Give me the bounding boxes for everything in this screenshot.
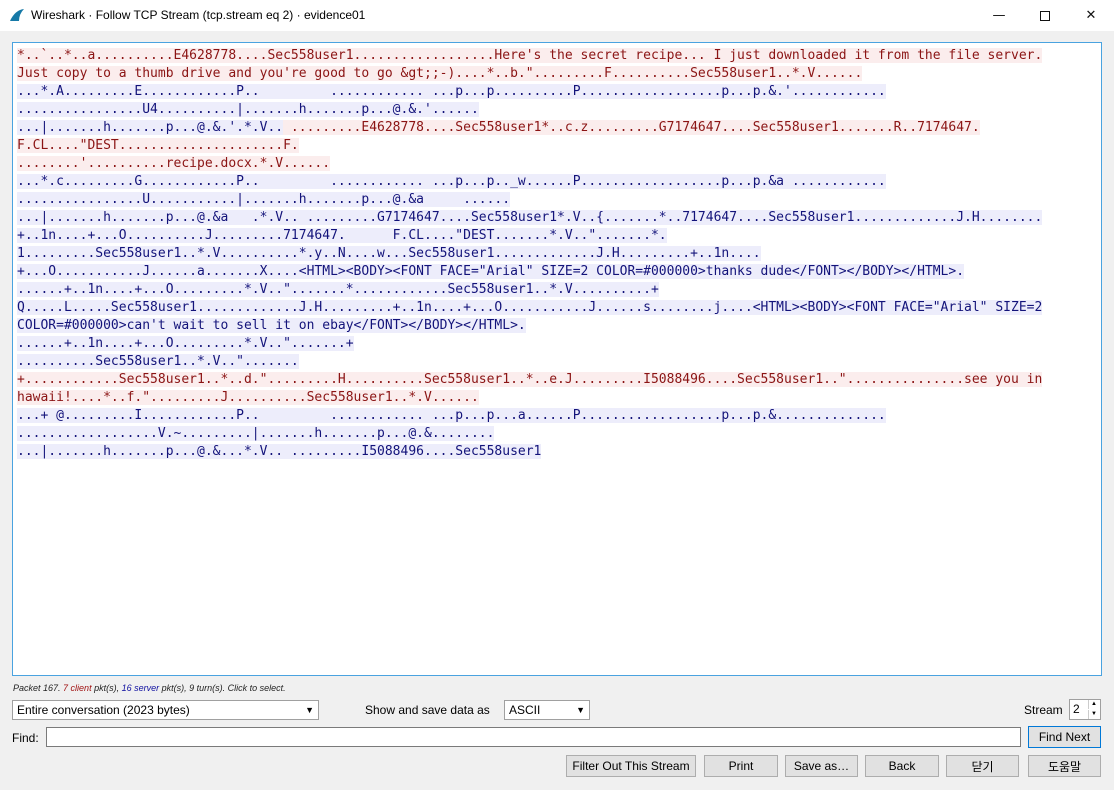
stream-line-server: +...O...........J......a.......X....<HTM… (17, 264, 965, 279)
stream-line-server: ......+..1n....+...O.........*.V..".....… (17, 282, 659, 297)
minimize-icon[interactable]: — (976, 0, 1022, 31)
stream-line-client: ........'..........recipe.docx.*.V...... (17, 156, 331, 171)
window-title: Wireshark · Follow TCP Stream (tcp.strea… (31, 8, 366, 22)
spin-down-icon[interactable]: ▼ (1088, 710, 1099, 719)
back-button[interactable]: Back (865, 755, 939, 777)
save-as-button[interactable]: Save as… (785, 755, 858, 777)
find-label: Find: (12, 731, 39, 745)
stream-label: Stream (1024, 703, 1063, 717)
spin-up-icon[interactable]: ▲ (1088, 700, 1099, 709)
find-input[interactable] (46, 727, 1021, 747)
show-data-label: Show and save data as (365, 703, 490, 717)
stream-line-server: ...*.c.........G............P.. ........… (17, 174, 886, 189)
stream-number-spinbox[interactable]: 2 ▲ ▼ (1069, 699, 1101, 720)
stream-line-server: ...*.A.........E............P.. ........… (17, 84, 886, 99)
stream-line-server: ...|.......h.......p...@.&...*.V.. .....… (17, 444, 542, 459)
stream-line-server: 1.........Sec558user1..*.V..........*.y.… (17, 246, 761, 261)
packet-info[interactable]: Packet 167. 7 client pkt(s), 16 server p… (13, 683, 286, 693)
stream-line-server: ..........Sec558user1..*.V.."....... (17, 354, 299, 369)
stream-line-server: +..1n....+...O..........J.........717464… (17, 228, 667, 243)
stream-line-server: ...|.......h.......p...@.&a .*.V.. .....… (17, 210, 1043, 225)
stream-line-client: F.CL...."DEST.....................F. (17, 138, 299, 153)
stream-line-server: ...|.......h.......p...@.&.'.*.V.. .....… (17, 120, 980, 135)
wireshark-fin-icon (10, 9, 24, 21)
stream-line-client: *..`..*..a..........E4628778....Sec558us… (17, 48, 1043, 63)
chevron-down-icon: ▼ (576, 705, 585, 715)
stream-line-server: ................U4..........|.......h...… (17, 102, 479, 117)
format-select[interactable]: ASCII ▼ (504, 700, 590, 720)
stream-text: *..`..*..a..........E4628778....Sec558us… (17, 47, 1043, 461)
conversation-select[interactable]: Entire conversation (2023 bytes) ▼ (12, 700, 319, 720)
stream-line-server: ...+ @.........I............P.. ........… (17, 408, 886, 423)
stream-line-client: +............Sec558user1..*..d."........… (17, 372, 1043, 387)
print-button[interactable]: Print (704, 755, 778, 777)
stream-line-server: ......+..1n....+...O.........*.V..".....… (17, 336, 354, 351)
maximize-icon[interactable] (1022, 0, 1068, 31)
help-button[interactable]: 도움말 (1028, 755, 1101, 777)
stream-line-client: hawaii!....*..f.".........J..........Sec… (17, 390, 479, 405)
stream-content-area[interactable]: *..`..*..a..........E4628778....Sec558us… (12, 42, 1102, 676)
filter-out-stream-button[interactable]: Filter Out This Stream (566, 755, 696, 777)
stream-line-server: COLOR=#000000>can't wait to sell it on e… (17, 318, 526, 333)
title-bar: Wireshark · Follow TCP Stream (tcp.strea… (0, 0, 1114, 31)
stream-line-server: Q.....L.....Sec558user1.............J.H.… (17, 300, 1043, 315)
find-next-button[interactable]: Find Next (1028, 726, 1101, 748)
close-button[interactable]: 닫기 (946, 755, 1019, 777)
stream-line-client: Just copy to a thumb drive and you're go… (17, 66, 863, 81)
stream-line-server: ..................V.~.........|.......h.… (17, 426, 495, 441)
close-icon[interactable]: ✕ (1068, 0, 1114, 31)
stream-line-server: ................U...........|.......h...… (17, 192, 511, 207)
chevron-down-icon: ▼ (305, 705, 314, 715)
